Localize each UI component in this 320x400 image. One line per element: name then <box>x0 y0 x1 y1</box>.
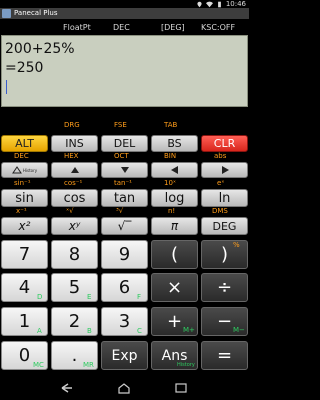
log-button[interactable]: log <box>151 189 198 207</box>
reciprocal-label: x⁻¹ <box>16 207 27 215</box>
clr-button[interactable]: CLR <box>201 135 248 152</box>
multiply-button[interactable]: × <box>151 273 198 302</box>
history-up-button[interactable]: History <box>1 162 48 178</box>
divide-button[interactable]: ÷ <box>201 273 248 302</box>
key-7[interactable]: 7 <box>1 240 48 269</box>
bs-button[interactable]: BS <box>151 135 198 152</box>
cbrt-label: ³√ <box>116 207 124 215</box>
alt-button[interactable]: ALT <box>1 135 48 152</box>
factorial-label: n! <box>168 207 176 215</box>
dec-label: DEC <box>14 152 29 160</box>
tab-label: TAB <box>164 121 178 129</box>
hex-f-label: F <box>137 293 142 301</box>
app-title: Panecal Plus <box>14 9 58 17</box>
input-cursor <box>6 80 7 94</box>
down-arrow-button[interactable] <box>101 162 148 178</box>
deg-button[interactable]: DEG <box>201 217 248 235</box>
display-format-indicator: FloatPt <box>63 23 91 32</box>
left-arrow-button[interactable] <box>151 162 198 178</box>
status-time: 10:46 <box>225 0 246 8</box>
memory-clear-label: MC <box>33 361 44 369</box>
pi-button[interactable]: π <box>151 217 198 235</box>
ln-button[interactable]: ln <box>201 189 248 207</box>
angle-mode-indicator: [DEG] <box>161 23 185 32</box>
key-8[interactable]: 8 <box>51 240 98 269</box>
arrow-left-icon <box>170 166 178 174</box>
open-paren-button[interactable]: ( <box>151 240 198 269</box>
recent-apps-icon[interactable] <box>174 382 188 394</box>
calculator-display[interactable]: 200+25% =250 <box>1 35 248 107</box>
bin-label: BIN <box>164 152 177 160</box>
triangle-up-icon <box>11 166 22 174</box>
ans-history-label: History <box>177 362 195 368</box>
back-icon[interactable] <box>60 382 74 394</box>
location-icon <box>197 1 202 7</box>
arrow-down-icon <box>120 167 129 173</box>
hex-label: HEX <box>64 152 79 160</box>
oct-label: OCT <box>114 152 129 160</box>
hex-b-label: B <box>87 327 92 335</box>
acos-label: cos⁻¹ <box>64 179 83 187</box>
equals-button[interactable]: = <box>201 341 248 370</box>
pow10-label: 10ˣ <box>164 179 177 187</box>
atan-label: tan⁻¹ <box>114 179 132 187</box>
mode-bar: FloatPt DEC [DEG] KSC:OFF <box>0 19 249 36</box>
drg-label: DRG <box>64 121 80 129</box>
status-bar: 10:46 <box>0 0 249 8</box>
home-icon[interactable] <box>117 382 131 394</box>
result-line: =250 <box>5 60 44 76</box>
exp-e-label: eˣ <box>217 179 225 187</box>
sqrt-button[interactable]: √‾ <box>101 217 148 235</box>
abs-label: abs <box>214 152 227 160</box>
asin-label: sin⁻¹ <box>14 179 31 187</box>
dms-label: DMS <box>212 207 228 215</box>
navigation-bar <box>0 376 249 400</box>
hex-d-label: D <box>37 293 43 301</box>
cos-button[interactable]: cos <box>51 189 98 207</box>
memory-minus-label: M− <box>233 326 245 334</box>
square-button[interactable]: x² <box>1 217 48 235</box>
power-button[interactable]: xʸ <box>51 217 98 235</box>
key-9[interactable]: 9 <box>101 240 148 269</box>
history-label: History <box>22 167 38 173</box>
memory-recall-label: MR <box>83 361 94 369</box>
ksc-indicator: KSC:OFF <box>201 23 236 32</box>
ins-button[interactable]: INS <box>51 135 98 152</box>
status-icons: 10:46 <box>196 0 246 8</box>
up-arrow-button[interactable] <box>51 162 98 178</box>
close-paren-button[interactable]: ) <box>201 240 248 269</box>
xroot-label: ˣ√ <box>66 207 74 215</box>
hex-c-label: C <box>137 327 142 335</box>
battery-icon <box>217 1 221 7</box>
hex-e-label: E <box>87 293 92 301</box>
sin-button[interactable]: sin <box>1 189 48 207</box>
wifi-icon <box>205 1 213 7</box>
percent-label: % <box>233 241 240 249</box>
expression-line: 200+25% <box>5 41 75 57</box>
hex-a-label: A <box>37 327 42 335</box>
app-icon <box>2 9 11 18</box>
arrow-up-icon <box>70 167 79 173</box>
arrow-right-icon <box>221 166 229 174</box>
base-indicator: DEC <box>113 23 130 32</box>
right-arrow-button[interactable] <box>201 162 248 178</box>
fse-label: FSE <box>114 121 127 129</box>
tan-button[interactable]: tan <box>101 189 148 207</box>
memory-plus-label: M+ <box>183 326 195 334</box>
title-bar: Panecal Plus <box>0 8 249 19</box>
del-button[interactable]: DEL <box>101 135 148 152</box>
exp-button[interactable]: Exp <box>101 341 148 370</box>
